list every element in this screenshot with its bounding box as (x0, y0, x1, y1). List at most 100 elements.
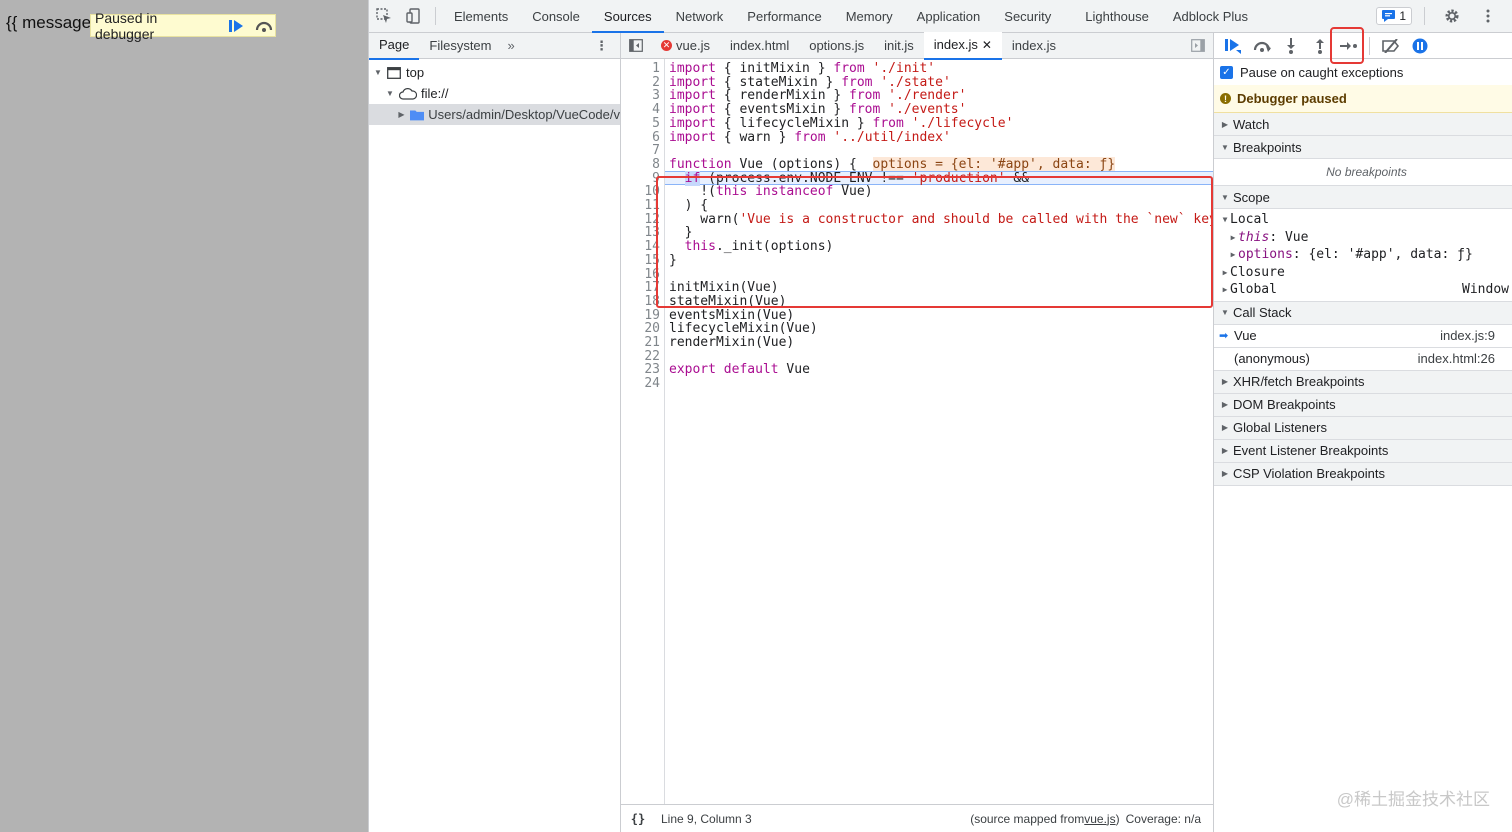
line-gutter[interactable]: 1 2 3 4 5 6 7 8 9 10 11 12 13 14 15 16 17 18 19 20 21 22 23 24 (621, 59, 665, 804)
section-dom-breakpoints[interactable]: ▶ DOM Breakpoints (1214, 393, 1512, 417)
line-number[interactable]: 6 (652, 130, 660, 145)
tab-lighthouse[interactable]: Lighthouse (1073, 0, 1161, 33)
step-over-icon[interactable] (1249, 35, 1274, 57)
more-options-icon[interactable] (1473, 0, 1503, 33)
code-line: } (669, 225, 693, 241)
tree-label: top (406, 65, 425, 80)
collapsed-arrow-icon[interactable]: ▶ (397, 110, 406, 119)
tree-label: Users/admin/Desktop/VueCode/v (428, 107, 620, 122)
tab-elements[interactable]: Elements (442, 0, 520, 33)
code-line: this._init(options) (684, 239, 834, 255)
resume-icon[interactable] (1220, 35, 1245, 57)
line-number[interactable]: 8 (652, 158, 660, 172)
tab-network[interactable]: Network (664, 0, 736, 33)
section-call-stack[interactable]: ▼ Call Stack (1214, 301, 1512, 325)
nav-tab-page[interactable]: Page (369, 32, 420, 60)
devtools-panel: Elements Console Sources Network Perform… (368, 0, 1512, 832)
line-number[interactable]: 23 (644, 363, 660, 377)
scope-this[interactable]: ▶ this: Vue (1214, 229, 1512, 247)
overlay-step-over-icon[interactable] (253, 17, 275, 35)
section-watch[interactable]: ▶ Watch (1214, 113, 1512, 136)
scope-closure[interactable]: ▶ Closure (1214, 264, 1512, 282)
line-number[interactable]: 2 (652, 75, 660, 90)
code-area[interactable]: 1 2 3 4 5 6 7 8 9 10 11 12 13 14 15 16 17 18 19 20 21 22 23 24 … (621, 59, 1213, 804)
line-number[interactable]: 16 (644, 267, 660, 282)
inspect-element-icon[interactable] (369, 0, 399, 33)
nav-tab-filesystem[interactable]: Filesystem (419, 33, 501, 59)
toggle-debugger-icon[interactable] (1183, 39, 1213, 52)
tab-console[interactable]: Console (520, 0, 592, 33)
line-number[interactable]: 20 (644, 322, 660, 336)
close-tab-icon[interactable]: ✕ (982, 32, 992, 58)
source-map-suffix: ) (1115, 811, 1120, 826)
line-number[interactable]: 15 (644, 254, 660, 268)
editor-tab-index-html[interactable]: index.html (720, 33, 799, 59)
tree-item-file[interactable]: ▼ file:// (369, 83, 620, 104)
pause-caught-checkbox[interactable]: ✓ (1220, 65, 1233, 79)
line-number[interactable]: 19 (644, 308, 660, 323)
toolbar-divider (1369, 36, 1370, 55)
tab-sources[interactable]: Sources (591, 0, 664, 33)
line-number[interactable]: 24 (644, 377, 660, 391)
editor-tab-index-js[interactable]: index.js (1002, 33, 1066, 59)
toggle-navigator-icon[interactable] (621, 39, 651, 52)
line-number[interactable]: 18 (644, 295, 660, 309)
editor-tab-index-js-active[interactable]: index.js ✕ (923, 31, 1002, 60)
pause-on-exceptions-icon[interactable] (1407, 35, 1432, 57)
tab-memory[interactable]: Memory (834, 0, 905, 33)
device-toolbar-icon[interactable] (399, 0, 429, 33)
overlay-resume-icon[interactable] (225, 17, 247, 35)
line-number[interactable]: 9 (652, 171, 660, 186)
section-breakpoints[interactable]: ▼ Breakpoints (1214, 136, 1512, 159)
expanded-arrow-icon[interactable]: ▼ (373, 68, 383, 77)
line-number[interactable]: 14 (644, 240, 660, 254)
section-csp-breakpoints[interactable]: ▶ CSP Violation Breakpoints (1214, 462, 1512, 486)
line-number[interactable]: 1 (652, 62, 660, 76)
line-number[interactable]: 7 (652, 144, 660, 158)
editor-tab-init-js[interactable]: init.js (874, 33, 924, 59)
tab-adblock-plus[interactable]: Adblock Plus (1161, 0, 1260, 33)
pretty-print-button[interactable]: {} (621, 812, 655, 826)
expanded-arrow-icon[interactable]: ▼ (385, 89, 395, 98)
section-label: Breakpoints (1233, 139, 1302, 155)
issues-badge[interactable]: 1 (1376, 7, 1412, 25)
section-label: XHR/fetch Breakpoints (1233, 374, 1365, 389)
section-event-listener-breakpoints[interactable]: ▶ Event Listener Breakpoints (1214, 439, 1512, 463)
line-number[interactable]: 4 (652, 103, 660, 117)
editor-tab-options-js[interactable]: options.js (799, 33, 874, 59)
call-frame[interactable]: ➡ Vue index.js:9 (1214, 325, 1512, 348)
tree-item-folder[interactable]: ▶ Users/admin/Desktop/VueCode/v (369, 104, 620, 125)
tab-security[interactable]: Security (992, 0, 1063, 33)
line-number[interactable]: 17 (644, 281, 660, 295)
line-number[interactable]: 22 (644, 349, 660, 364)
section-scope[interactable]: ▼ Scope (1214, 186, 1512, 209)
line-number[interactable]: 12 (644, 212, 660, 227)
editor-tab-vue-js[interactable]: ✕ vue.js (651, 33, 720, 59)
deactivate-breakpoints-icon[interactable] (1378, 35, 1403, 57)
source-map-link[interactable]: vue.js (1084, 812, 1115, 826)
scope-options[interactable]: ▶ options: {el: '#app', data: ƒ} (1214, 246, 1512, 264)
line-number[interactable]: 13 (644, 226, 660, 240)
code-line: !(this instanceof Vue) (669, 184, 873, 200)
pause-caught-row[interactable]: ✓ Pause on caught exceptions (1214, 59, 1512, 85)
nav-menu-icon[interactable]: ⋮ (595, 38, 608, 54)
collapsed-arrow-icon: ▶ (1221, 119, 1229, 129)
step-icon[interactable] (1336, 35, 1361, 57)
line-number[interactable]: 21 (644, 336, 660, 350)
section-xhr-breakpoints[interactable]: ▶ XHR/fetch Breakpoints (1214, 370, 1512, 394)
section-global-listeners[interactable]: ▶ Global Listeners (1214, 416, 1512, 440)
step-into-icon[interactable] (1278, 35, 1303, 57)
tab-application[interactable]: Application (905, 0, 993, 33)
scope-local[interactable]: ▼ Local (1214, 211, 1512, 229)
step-out-icon[interactable] (1307, 35, 1332, 57)
line-number[interactable]: 5 (652, 117, 660, 131)
tree-item-top[interactable]: ▼ top (369, 62, 620, 83)
line-number[interactable]: 10 (644, 185, 660, 199)
line-number[interactable]: 3 (652, 89, 660, 103)
line-number[interactable]: 11 (644, 199, 660, 213)
settings-gear-icon[interactable] (1437, 0, 1467, 33)
nav-more-tabs[interactable]: » (502, 38, 521, 53)
call-frame[interactable]: (anonymous) index.html:26 (1214, 348, 1512, 371)
scope-global[interactable]: ▶ Global Window (1214, 281, 1512, 299)
tab-performance[interactable]: Performance (735, 0, 833, 33)
